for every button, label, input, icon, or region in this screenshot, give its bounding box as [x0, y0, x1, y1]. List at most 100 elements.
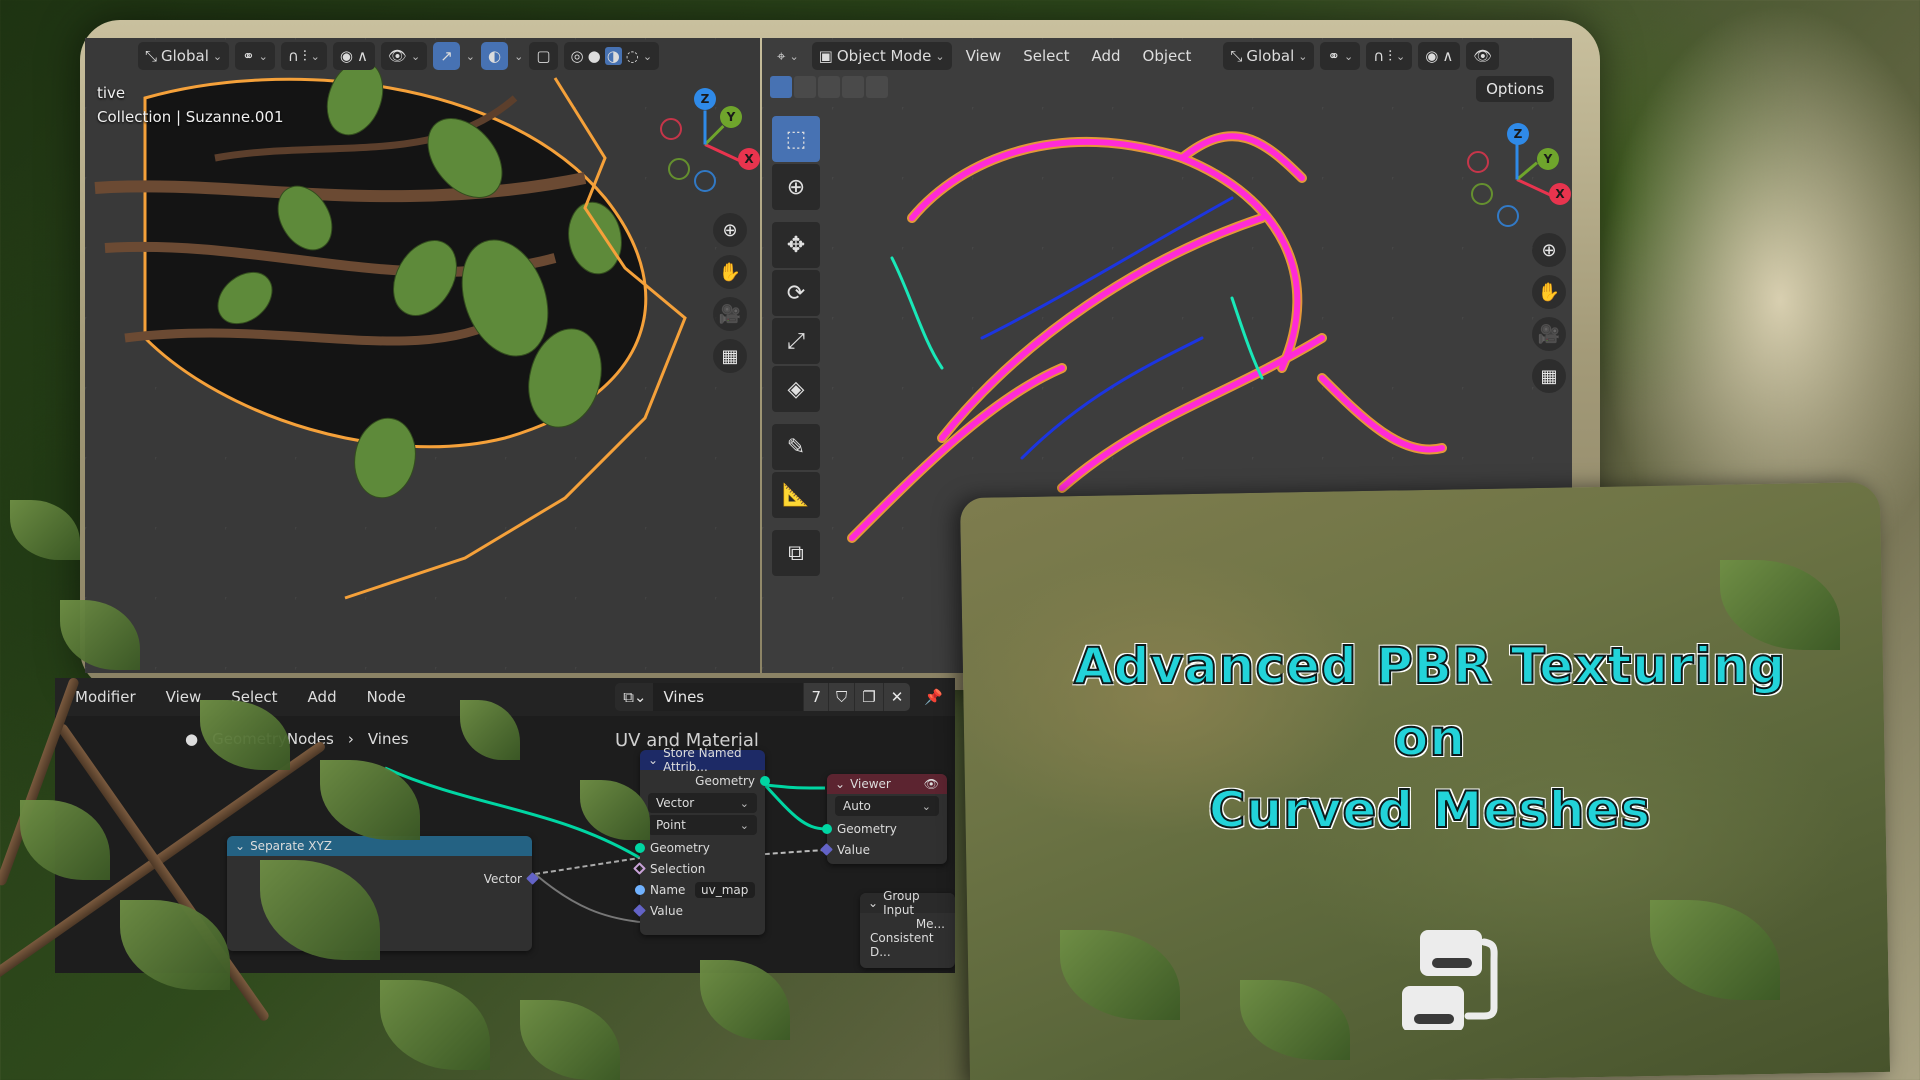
overlay-toggle[interactable]: ◐	[481, 42, 509, 70]
node-header[interactable]: ⌄ Group Input	[860, 889, 955, 917]
tool-shelf: ⬚ ⊕ ✥ ⟳ ⤢ ◈ ✎ 📐 ⧉	[772, 116, 820, 576]
menu-view[interactable]: View	[958, 47, 1010, 65]
select-mode-new[interactable]	[770, 76, 792, 98]
collapse-chevron-icon[interactable]: ⌄	[835, 777, 845, 791]
transform-orientation-dropdown[interactable]: ⤡ Global ⌄	[138, 42, 230, 70]
gizmo-toggle[interactable]: ↗	[433, 42, 460, 70]
select-mode-invert[interactable]	[842, 76, 864, 98]
node-viewer[interactable]: ⌄ Viewer 👁 Auto ⌄ Geometry Value	[820, 774, 947, 864]
zoom-icon[interactable]: ⊕	[1532, 233, 1566, 267]
editor-type-dropdown[interactable]: ⌖ ⌄	[770, 42, 806, 70]
gizmo-neg-x[interactable]	[1467, 151, 1489, 173]
tool-select-box[interactable]: ⬚	[772, 116, 820, 162]
pivot-point-dropdown[interactable]: ⚭ ⌄	[1320, 42, 1361, 70]
gizmo-y-axis[interactable]: Y	[720, 106, 742, 128]
pan-hand-icon[interactable]: ✋	[1532, 275, 1566, 309]
collapse-chevron-icon[interactable]: ⌄	[235, 839, 245, 853]
rendered-shading-icon[interactable]: ◌	[626, 47, 639, 65]
camera-icon[interactable]: 🎥	[713, 297, 747, 331]
solid-shading-icon[interactable]: ●	[588, 47, 601, 65]
headline-line-2: Curved Meshes	[1208, 780, 1652, 840]
y-axis-line	[703, 125, 725, 146]
tool-transform[interactable]: ◈	[772, 366, 820, 412]
snap-toggle[interactable]: ∩ ⫶ ⌄	[1366, 42, 1413, 70]
pivot-point-dropdown[interactable]: ⚭ ⌄	[235, 42, 275, 70]
tool-add-cube[interactable]: ⧉	[772, 530, 820, 576]
pan-hand-icon[interactable]: ✋	[713, 255, 747, 289]
socket-geometry-in[interactable]	[822, 823, 832, 834]
grid-ortho-icon[interactable]: ▦	[713, 339, 747, 373]
grid-ortho-icon[interactable]: ▦	[1532, 359, 1566, 393]
leaf	[380, 980, 490, 1070]
menu-select[interactable]: Select	[1015, 47, 1077, 65]
material-shading-icon[interactable]: ◑	[604, 47, 622, 65]
move-icon: ✥	[786, 232, 806, 258]
collapse-chevron-icon[interactable]: ⌄	[868, 896, 878, 910]
node-group-input[interactable]: ⌄ Group Input Me... Consistent D...	[860, 889, 955, 968]
gizmo-x-axis[interactable]: X	[738, 148, 760, 170]
transform-orientation-icon: ⤡	[1230, 47, 1243, 65]
socket-name-in[interactable]	[635, 884, 645, 895]
socket-row: Geometry	[822, 818, 947, 839]
proportional-edit-toggle[interactable]: ◉ ∧	[332, 42, 375, 70]
tool-measure[interactable]: 📐	[772, 472, 820, 518]
domain-dropdown[interactable]: Point ⌄	[648, 815, 757, 835]
gizmo-neg-z[interactable]	[1497, 205, 1519, 227]
node-header[interactable]: ⌄ Viewer 👁	[827, 774, 947, 794]
viewport-left[interactable]: ⤡ Global ⌄ ⚭ ⌄ ∩ ⫶ ⌄ ◉ ∧ 👁 ⌄ ↗ ⌄ ◐ ⌄ ▢ ◎ ● ◑ …	[85, 38, 760, 673]
chevron-down-icon[interactable]: ⌄	[514, 50, 523, 63]
gizmo-neg-z[interactable]	[694, 170, 716, 192]
tool-rotate[interactable]: ⟳	[772, 270, 820, 316]
tool-scale[interactable]: ⤢	[772, 318, 820, 364]
zoom-icon[interactable]: ⊕	[713, 213, 747, 247]
chevron-down-icon: ⌄	[212, 49, 223, 63]
navigation-gizmo[interactable]: Z Y X	[650, 88, 760, 198]
menu-add[interactable]: Add	[1083, 47, 1128, 65]
xray-toggle[interactable]: ▢	[529, 42, 558, 70]
socket-geometry-in[interactable]	[635, 842, 645, 853]
gizmo-z-axis[interactable]: Z	[694, 88, 716, 110]
tool-cursor[interactable]: ⊕	[772, 164, 820, 210]
gizmo-x-axis[interactable]: X	[1549, 183, 1571, 205]
viewer-domain-dropdown[interactable]: Auto ⌄	[835, 796, 939, 816]
mode-dropdown[interactable]: ▣ Object Mode ⌄	[811, 42, 952, 70]
collapse-chevron-icon[interactable]: ⌄	[648, 753, 658, 767]
gizmo-y-axis[interactable]: Y	[1537, 148, 1559, 170]
y-axis-line	[1516, 161, 1538, 181]
gizmo-neg-x[interactable]	[660, 118, 682, 140]
rotate-icon: ⟳	[786, 280, 806, 306]
options-button[interactable]: Options	[1476, 76, 1554, 102]
select-mode-subtract[interactable]	[818, 76, 840, 98]
visibility-dropdown[interactable]: 👁	[1466, 42, 1500, 70]
data-type-dropdown[interactable]: Vector ⌄	[648, 793, 757, 813]
socket-row: Value	[820, 839, 947, 860]
select-mode-extend[interactable]	[794, 76, 816, 98]
tool-move[interactable]: ✥	[772, 222, 820, 268]
tool-annotate[interactable]: ✎	[772, 424, 820, 470]
leaf	[520, 1000, 620, 1080]
visibility-dropdown[interactable]: 👁 ⌄	[380, 42, 428, 70]
chevron-down-icon[interactable]: ⌄	[466, 50, 475, 63]
navigation-gizmo[interactable]: Z Y X	[1467, 123, 1572, 233]
node-header[interactable]: ⌄ Store Named Attrib...	[640, 746, 765, 774]
collection-object-text: Collection | Suzanne.001	[97, 108, 284, 126]
snap-icon: ∩	[1373, 47, 1385, 65]
gizmo-z-axis[interactable]: Z	[1507, 123, 1529, 145]
socket-geometry-out[interactable]	[760, 775, 770, 786]
eye-icon[interactable]: 👁	[924, 777, 939, 791]
select-box-icon: ⬚	[785, 126, 807, 152]
wireframe-shading-icon[interactable]: ◎	[571, 47, 584, 65]
proportional-edit-toggle[interactable]: ◉ ∧	[1418, 42, 1461, 70]
camera-icon[interactable]: 🎥	[1532, 317, 1566, 351]
name-field[interactable]: uv_map	[695, 881, 755, 898]
select-mode-intersect[interactable]	[866, 76, 888, 98]
node-store-named-attribute[interactable]: ⌄ Store Named Attrib... Geometry Vector ⌄ …	[633, 746, 770, 935]
transform-orientation-dropdown[interactable]: ⤡ Global ⌄	[1223, 42, 1315, 70]
snap-toggle[interactable]: ∩ ⫶ ⌄	[280, 42, 327, 70]
link-geometry-viewer-2	[763, 783, 826, 831]
gizmo-neg-y[interactable]	[668, 158, 690, 180]
menu-object[interactable]: Object	[1135, 47, 1200, 65]
gizmo-neg-y[interactable]	[1471, 183, 1493, 205]
shading-modes[interactable]: ◎ ● ◑ ◌ ⌄	[563, 42, 660, 70]
chevron-down-icon: ⌄	[739, 818, 749, 832]
